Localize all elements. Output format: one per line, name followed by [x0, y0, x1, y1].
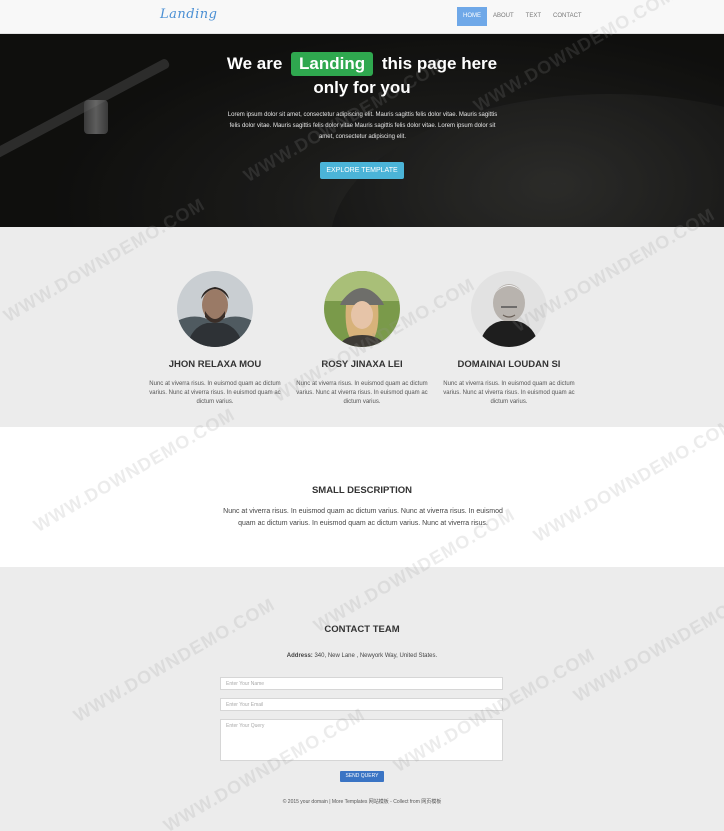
member-description: Nunc at viverra risus. In euismod quam a… — [443, 381, 575, 405]
top-navbar: Landing HOME ABOUT TEXT CONTACT — [0, 0, 724, 34]
hero-title-line2: only for you — [313, 78, 411, 97]
member-name: JHON RELAXA MOU — [168, 359, 262, 370]
hero-description: Lorem ipsum dolor sit amet, consectetur … — [227, 112, 498, 140]
query-textarea[interactable]: Enter Your Query — [220, 719, 503, 761]
address-value: 340, New Lane , Newyork Way, United Stat… — [314, 653, 438, 659]
member-description: Nunc at viverra risus. In euismod quam a… — [296, 381, 428, 405]
hero-title-highlight: Landing — [291, 52, 374, 76]
hero-title: We are Landing this page here — [0, 52, 724, 76]
explore-template-button[interactable]: EXPLORE TEMPLATE — [320, 162, 404, 179]
name-input[interactable]: Enter Your Name — [220, 677, 503, 690]
nav-item-contact[interactable]: CONTACT — [547, 7, 588, 26]
nav-menu: HOME ABOUT TEXT CONTACT — [457, 7, 588, 26]
team-section: JHON RELAXA MOU Nunc at viverra risus. I… — [0, 227, 724, 427]
member-description: Nunc at viverra risus. In euismod quam a… — [149, 381, 281, 405]
description-text: Nunc at viverra risus. In euismod quam a… — [223, 508, 503, 527]
hero-banner: We are Landing this page here only for y… — [0, 34, 724, 227]
contact-section: CONTACT TEAM Address: 340, New Lane , Ne… — [0, 567, 724, 831]
hero-title-pre: We are — [226, 54, 283, 73]
hero-title-post: this page here — [381, 54, 498, 73]
team-member-card: ROSY JINAXA LEI Nunc at viverra risus. I… — [292, 271, 432, 407]
description-title: SMALL DESCRIPTION — [311, 485, 413, 496]
description-section: SMALL DESCRIPTION Nunc at viverra risus.… — [0, 427, 724, 567]
address-line: Address: 340, New Lane , Newyork Way, Un… — [0, 653, 724, 659]
team-member-card: JHON RELAXA MOU Nunc at viverra risus. I… — [145, 271, 285, 407]
nav-item-home[interactable]: HOME — [457, 7, 487, 26]
team-member-card: DOMAINAI LOUDAN SI Nunc at viverra risus… — [439, 271, 579, 407]
address-label: Address: — [286, 653, 313, 659]
brand-logo[interactable]: Landing — [160, 7, 217, 22]
member-name: DOMAINAI LOUDAN SI — [457, 359, 561, 370]
avatar — [177, 271, 253, 347]
avatar — [471, 271, 547, 347]
member-name: ROSY JINAXA LEI — [321, 359, 403, 370]
contact-title: CONTACT TEAM — [324, 624, 400, 635]
nav-item-about[interactable]: ABOUT — [487, 7, 520, 26]
send-query-button[interactable]: SEND QUERY — [340, 771, 384, 782]
avatar — [324, 271, 400, 347]
footer-copyright: © 2015 your domain | More Templates 网站模板… — [282, 799, 442, 805]
email-input[interactable]: Enter Your Email — [220, 698, 503, 711]
nav-item-text[interactable]: TEXT — [520, 7, 547, 26]
